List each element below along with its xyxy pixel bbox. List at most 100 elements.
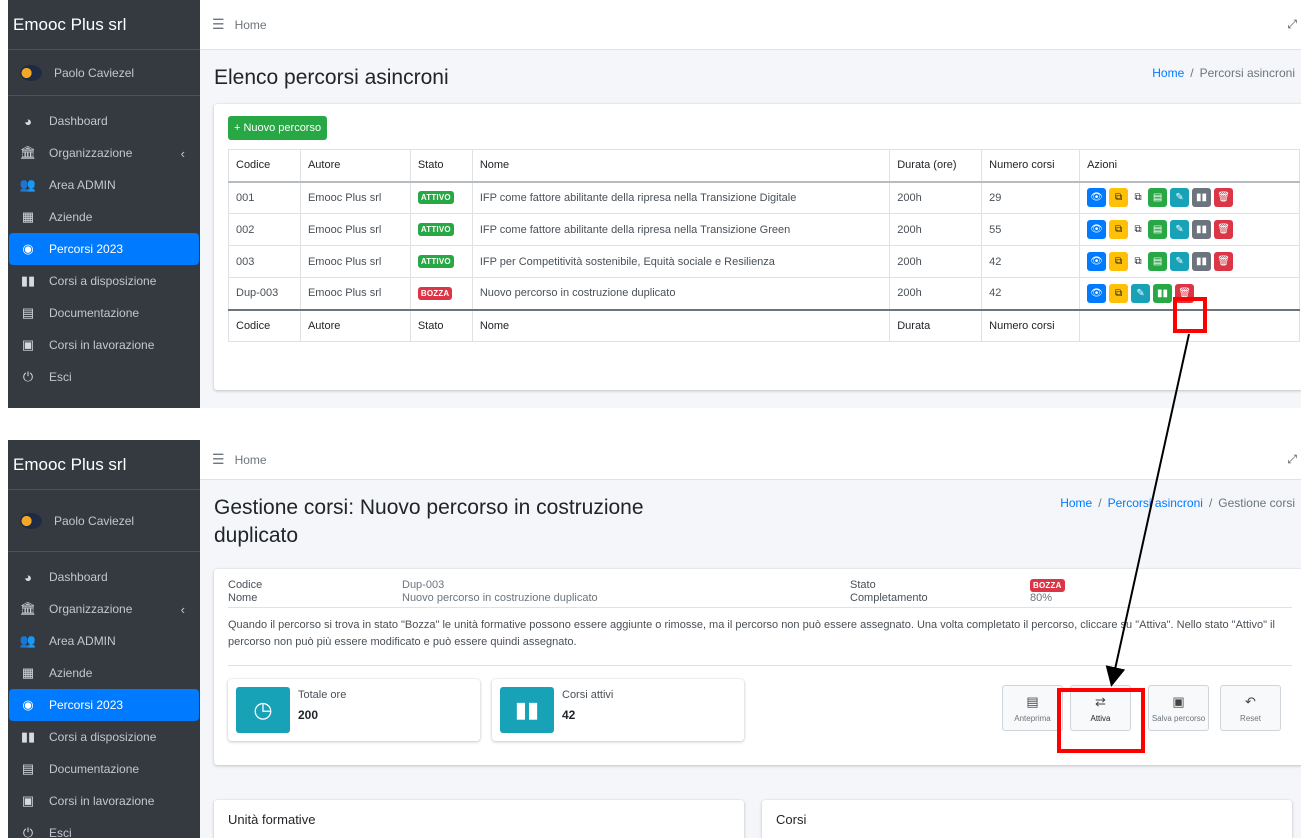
column-header[interactable]: Durata (ore) <box>889 149 983 183</box>
divider <box>228 665 1292 666</box>
cell-courses: 55 <box>981 213 1081 246</box>
info-grid: Codice Dup-003 Stato BOZZA Nome Nuovo pe… <box>228 579 1292 605</box>
cell-status: ATTIVO <box>409 181 473 214</box>
brand-logo[interactable]: Emooc Plus srl <box>8 440 200 490</box>
breadcrumb: Home / Percorsi asincroni <box>1152 66 1295 80</box>
preview-button[interactable]: ▤ Anteprima <box>1002 685 1063 731</box>
copy-button[interactable]: ⧉ <box>1109 283 1129 303</box>
view-button[interactable]: 👁 <box>1087 188 1107 208</box>
list-card: + Nuovo percorso Codice Autore Stato Nome… <box>214 104 1301 390</box>
name-label: Nome <box>228 592 258 604</box>
main-content: Gestione corsi: Nuovo percorso in costru… <box>200 480 1301 838</box>
duplicate-button[interactable]: ⧉ <box>1131 188 1145 207</box>
sidebar-item-dashboard[interactable]: ◕ Dashboard <box>9 105 199 137</box>
column-header[interactable]: Codice <box>228 149 301 183</box>
sidebar-item-label: Aziende <box>49 210 93 224</box>
delete-button[interactable]: 🗑 <box>1214 188 1234 208</box>
menu-icon[interactable]: ☰ <box>212 451 225 468</box>
cell-duration: 200h <box>889 213 983 246</box>
sidebar-item-aziende[interactable]: ▦ Aziende <box>9 657 199 689</box>
copy-button[interactable]: ⧉ <box>1109 188 1129 208</box>
delete-button[interactable]: 🗑 <box>1214 220 1234 239</box>
duplicate-button[interactable]: ⧉ <box>1131 220 1145 239</box>
reset-label: Reset <box>1240 713 1261 723</box>
breadcrumb-separator: / <box>1190 66 1194 80</box>
user-name: Paolo Caviezel <box>54 513 135 528</box>
view-button[interactable]: 👁 <box>1087 283 1107 303</box>
sidebar-item-corsi-lavorazione[interactable]: ▣ Corsi in lavorazione <box>9 329 199 361</box>
expand-icon[interactable]: ⤢ <box>1287 17 1297 32</box>
sidebar-item-label: Organizzazione <box>49 602 133 616</box>
copy-button[interactable]: ⧉ <box>1109 252 1129 271</box>
edit-button[interactable]: ✎ <box>1170 220 1190 239</box>
copy-button[interactable]: ⧉ <box>1109 220 1129 239</box>
sidebar-item-area-admin[interactable]: 👥 Area ADMIN <box>9 169 199 201</box>
sidebar-item-label: Dashboard <box>49 114 108 128</box>
edit-button[interactable]: ✎ <box>1170 188 1190 208</box>
breadcrumb-home[interactable]: Home <box>1060 496 1092 510</box>
column-header[interactable]: Numero corsi <box>981 149 1081 183</box>
sidebar-item-corsi-disposizione[interactable]: ▮▮ Corsi a disposizione <box>9 265 199 297</box>
dashboard-icon: ◕ <box>24 113 32 129</box>
pdf-button[interactable]: ▤ <box>1148 220 1168 239</box>
cell-author: Emooc Plus srl <box>299 213 411 246</box>
edit-button[interactable]: ✎ <box>1131 283 1151 303</box>
view-button[interactable]: 👁 <box>1087 220 1107 239</box>
user-panel[interactable]: Paolo Caviezel <box>8 490 200 552</box>
sidebar-item-area-admin[interactable]: 👥 Area ADMIN <box>9 625 199 657</box>
users-icon: 👥 <box>19 633 37 648</box>
sidebar-item-esci[interactable]: ⏻ Esci <box>9 817 199 838</box>
pdf-button[interactable]: ▤ <box>1148 252 1168 271</box>
courses-button[interactable]: ▮▮ <box>1192 220 1212 239</box>
breadcrumb-home[interactable]: Home <box>1152 66 1184 80</box>
sidebar-item-organizzazione[interactable]: 🏛 Organizzazione ‹ <box>9 593 199 625</box>
code-label: Codice <box>228 579 263 591</box>
topbar-home-link[interactable]: Home <box>235 18 267 32</box>
column-header[interactable]: Autore <box>299 149 411 183</box>
sidebar-item-documentazione[interactable]: ▤ Documentazione <box>9 753 199 785</box>
column-header[interactable]: Stato <box>409 149 473 183</box>
list-screen: Emooc Plus srl Paolo Caviezel ◕ Dashboard… <box>8 0 1301 408</box>
cell-status: ATTIVO <box>409 245 473 278</box>
total-hours-box: ◷ Totale ore 200 <box>228 679 480 741</box>
manage-courses-button[interactable]: ▮▮ <box>1153 283 1173 303</box>
highlight-manage-courses <box>1173 297 1207 333</box>
sidebar-item-esci[interactable]: ⏻ Esci <box>9 361 199 393</box>
cell-author: Emooc Plus srl <box>299 245 411 278</box>
courses-button[interactable]: ▮▮ <box>1192 188 1212 208</box>
pdf-button[interactable]: ▤ <box>1148 188 1168 208</box>
courses-button[interactable]: ▮▮ <box>1192 252 1212 271</box>
percorsi-table: Codice Autore Stato Nome Durata (ore) Nu… <box>228 149 1300 342</box>
column-header[interactable]: Nome <box>471 149 891 183</box>
sidebar-item-label: Corsi in lavorazione <box>49 338 155 352</box>
brand-logo[interactable]: Emooc Plus srl <box>8 0 200 50</box>
menu-icon[interactable]: ☰ <box>212 16 225 33</box>
power-icon: ⏻ <box>22 369 34 384</box>
sidebar-item-percorsi[interactable]: ◉ Percorsi 2023 <box>9 689 199 721</box>
expand-icon[interactable]: ⤢ <box>1287 452 1297 467</box>
cell-courses: 29 <box>981 181 1081 214</box>
edit-button[interactable]: ✎ <box>1170 252 1190 271</box>
status-label: Stato <box>850 579 876 591</box>
sidebar-item-dashboard[interactable]: ◕ Dashboard <box>9 561 199 593</box>
delete-button[interactable]: 🗑 <box>1214 252 1234 271</box>
reset-button[interactable]: ↶ Reset <box>1220 685 1281 731</box>
topbar-home-link[interactable]: Home <box>235 453 267 467</box>
sidebar-item-corsi-lavorazione[interactable]: ▣ Corsi in lavorazione <box>9 785 199 817</box>
breadcrumb-percorsi[interactable]: Percorsi asincroni <box>1108 496 1203 510</box>
table-row: 003 Emooc Plus srl ATTIVO IFP per Compet… <box>228 245 1300 278</box>
sidebar-item-organizzazione[interactable]: 🏛 Organizzazione ‹ <box>9 137 199 169</box>
sidebar-item-label: Area ADMIN <box>49 634 116 648</box>
cell-code: 001 <box>228 181 301 214</box>
undo-icon: ↶ <box>1245 693 1256 709</box>
user-panel[interactable]: Paolo Caviezel <box>8 50 200 96</box>
duplicate-button[interactable]: ⧉ <box>1131 252 1145 271</box>
save-button[interactable]: ▣ Salva percorso <box>1148 685 1209 731</box>
sidebar-item-aziende[interactable]: ▦ Aziende <box>9 201 199 233</box>
view-button[interactable]: 👁 <box>1087 252 1107 271</box>
sidebar-item-documentazione[interactable]: ▤ Documentazione <box>9 297 199 329</box>
new-percorso-button[interactable]: + Nuovo percorso <box>228 116 328 140</box>
avatar <box>20 512 42 529</box>
sidebar-item-corsi-disposizione[interactable]: ▮▮ Corsi a disposizione <box>9 721 199 753</box>
sidebar-item-percorsi[interactable]: ◉ Percorsi 2023 <box>9 233 199 265</box>
